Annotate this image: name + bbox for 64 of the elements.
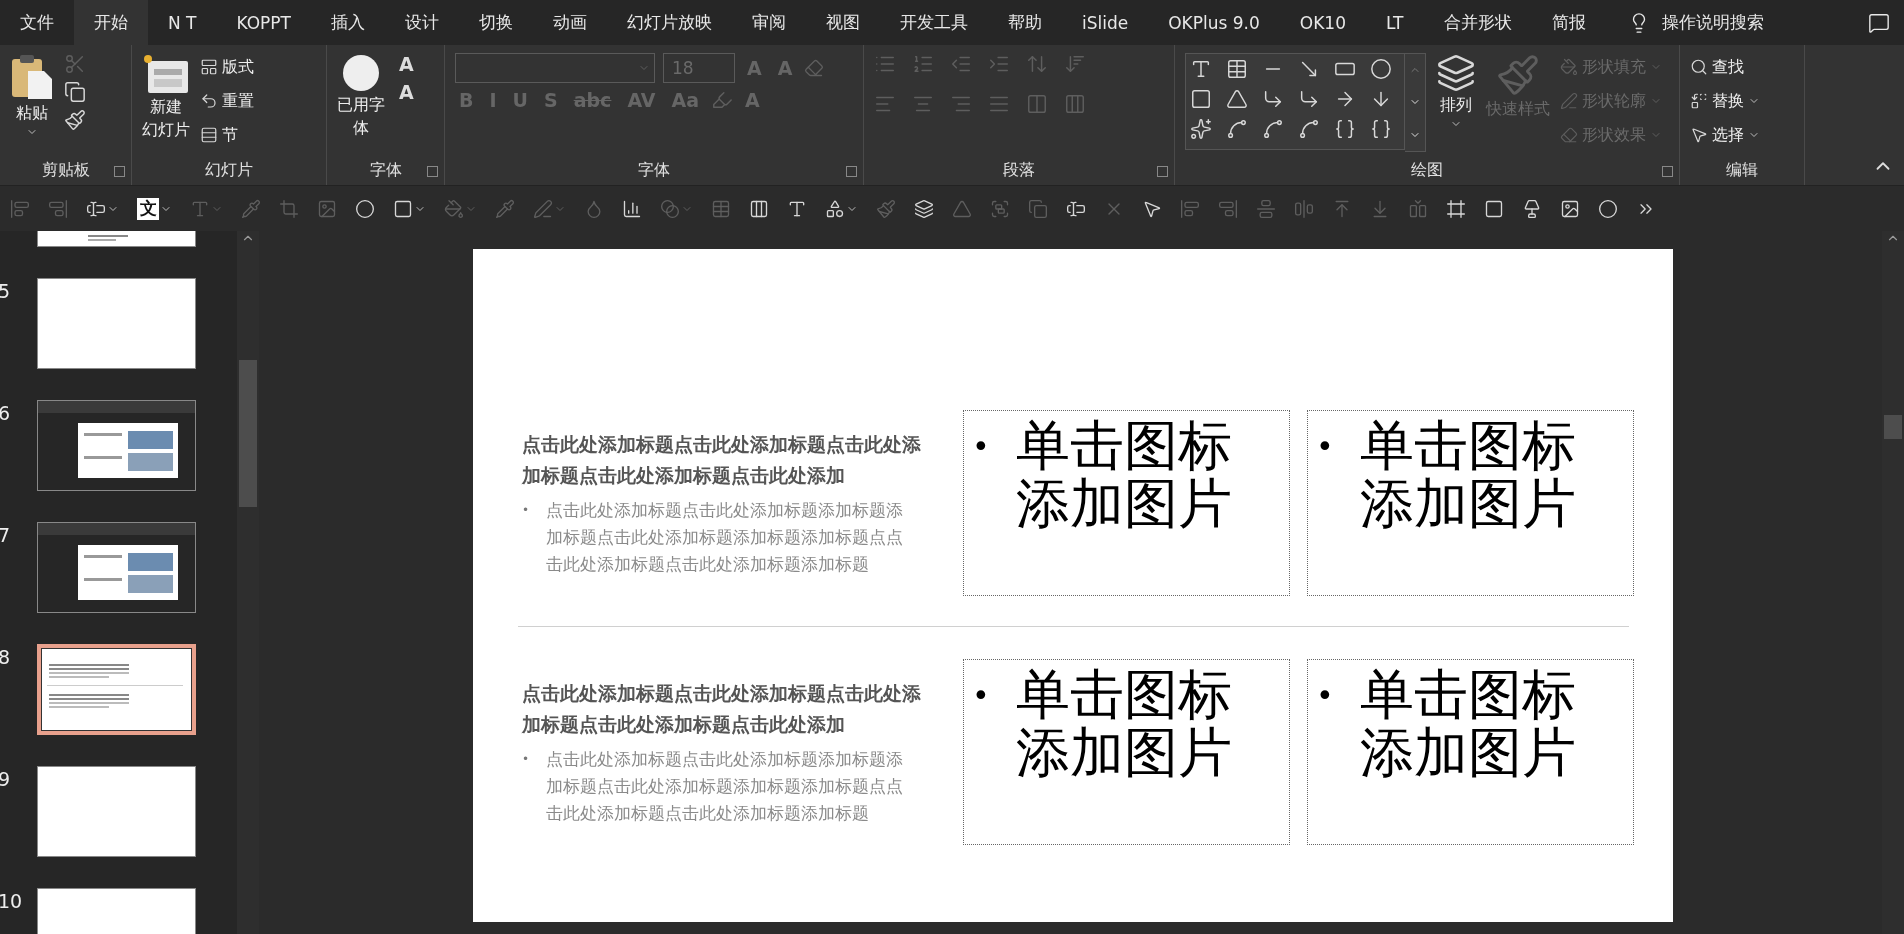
picture-placeholder[interactable]: • 单击图标添加图片 bbox=[963, 410, 1290, 596]
group-label: 段落 bbox=[1002, 158, 1036, 181]
slide-number: 8 bbox=[0, 645, 12, 670]
bullet: • bbox=[522, 501, 531, 519]
placeholder-text: 单击图标添加图片 bbox=[1360, 417, 1577, 537]
group-label: 字体 bbox=[637, 158, 671, 181]
bullet: • bbox=[972, 428, 991, 466]
group-label: 剪贴板 bbox=[40, 158, 91, 181]
picture-placeholder[interactable]: • 单击图标添加图片 bbox=[1307, 659, 1634, 845]
slide-number: 7 bbox=[0, 523, 12, 548]
menu-tab[interactable]: 审阅 bbox=[732, 0, 806, 45]
slide-body-text: 点击此处添加标题点击此处添加标题添加标题添加标题点击此处添加标题添加标题添加标题点点击此处添加标题点击此处添加标题添加标题 bbox=[546, 747, 904, 825]
slide-body-text: 点击此处添加标题点击此处添加标题添加标题添加标题点击此处添加标题添加标题添加标题点点击此处添加标题点击此处添加标题添加标题 bbox=[546, 498, 904, 576]
new-slide-button[interactable]: 新建 幻灯片 bbox=[142, 53, 190, 141]
group-label: 幻灯片 bbox=[204, 158, 254, 181]
placeholder-text: 单击图标添加图片 bbox=[1016, 417, 1233, 537]
bullet: • bbox=[522, 750, 531, 768]
group-label: 编辑 bbox=[1725, 158, 1759, 181]
arrange-button[interactable]: 排列 bbox=[1436, 53, 1476, 130]
menu-tab[interactable]: 开始 bbox=[74, 0, 148, 45]
edit-button[interactable]: 替换 bbox=[1690, 87, 1760, 115]
edit-button[interactable]: 选择 bbox=[1690, 121, 1760, 149]
menu-tab[interactable]: 视图 bbox=[806, 0, 880, 45]
edit-button[interactable]: 查找 bbox=[1690, 53, 1760, 81]
picture-placeholder[interactable]: • 单击图标添加图片 bbox=[1307, 410, 1634, 596]
group-label: 绘图 bbox=[1410, 158, 1444, 181]
tell-me-search[interactable]: 操作说明搜索 bbox=[1661, 11, 1764, 34]
group-label: 字体 bbox=[368, 158, 403, 181]
slide-number: 9 bbox=[0, 767, 12, 792]
ribbon-button[interactable]: 节 bbox=[200, 121, 254, 149]
slide-number: 6 bbox=[0, 401, 12, 426]
slide-number: 10 bbox=[0, 889, 24, 914]
menu-tab[interactable]: OK10 bbox=[1279, 0, 1366, 45]
bullet: • bbox=[1316, 677, 1335, 715]
placeholder-text: 单击图标添加图片 bbox=[1016, 666, 1233, 786]
menu-tab[interactable]: N T bbox=[148, 0, 217, 45]
translate-button[interactable]: 文 bbox=[137, 197, 159, 220]
menu-tab[interactable]: 合并形状 bbox=[1423, 0, 1532, 45]
menu-tab[interactable]: 帮助 bbox=[988, 0, 1062, 45]
menu-tab[interactable]: 开发工具 bbox=[880, 0, 988, 45]
slide-title: 点击此处添加标题点击此处添加标题点击此处添加标题点击此处添加标题点击此处添加 bbox=[522, 431, 922, 488]
menu-tab[interactable]: 设计 bbox=[385, 0, 459, 45]
menu-tab[interactable]: 简报 bbox=[1531, 0, 1606, 45]
bullet: • bbox=[1316, 428, 1335, 466]
paste-button[interactable]: 粘贴 bbox=[10, 53, 54, 138]
menu-tab[interactable]: 文件 bbox=[0, 0, 74, 45]
menu-tab[interactable]: 动画 bbox=[533, 0, 607, 45]
menu-tab[interactable]: OKPlus 9.0 bbox=[1148, 0, 1280, 45]
menu-tab[interactable]: 幻灯片放映 bbox=[607, 0, 732, 45]
menu-tab[interactable]: 插入 bbox=[311, 0, 385, 45]
used-fonts-button[interactable]: 已用字 体 bbox=[337, 53, 385, 139]
bullet: • bbox=[972, 677, 991, 715]
picture-placeholder[interactable]: • 单击图标添加图片 bbox=[963, 659, 1290, 845]
slide-number: 5 bbox=[0, 279, 12, 304]
menu-tab[interactable]: iSlide bbox=[1062, 0, 1149, 45]
shrink-font-button[interactable]: A bbox=[395, 81, 418, 103]
placeholder-text: 单击图标添加图片 bbox=[1360, 666, 1577, 786]
ribbon-button[interactable]: 重置 bbox=[200, 87, 254, 115]
menu-tab[interactable]: LT bbox=[1366, 0, 1424, 45]
grow-font-button[interactable]: A bbox=[395, 53, 418, 75]
menu-tab[interactable]: KOPPT bbox=[216, 0, 311, 45]
menu-tab[interactable]: 切换 bbox=[459, 0, 533, 45]
slide-title: 点击此处添加标题点击此处添加标题点击此处添加标题点击此处添加标题点击此处添加 bbox=[522, 680, 922, 737]
ribbon-button[interactable]: 版式 bbox=[200, 53, 254, 81]
